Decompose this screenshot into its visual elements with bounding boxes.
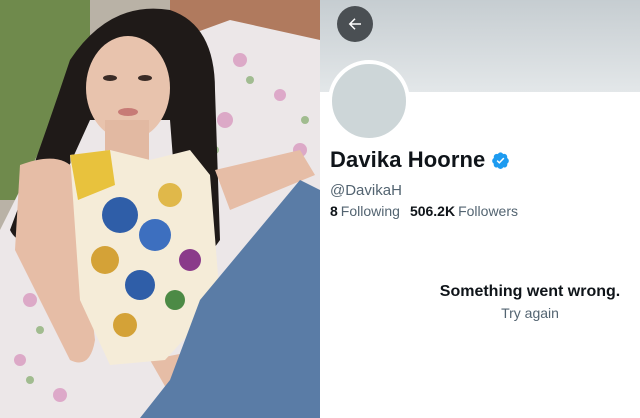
avatar[interactable] (328, 60, 410, 142)
profile-handle: @DavikaH (330, 182, 402, 199)
following-count: 8 (330, 203, 338, 219)
following-label: Following (340, 203, 400, 219)
verified-badge-icon (492, 151, 510, 169)
name-row: Davika Hoorne (330, 147, 510, 173)
back-button[interactable] (337, 6, 373, 42)
profile-panel: Davika Hoorne @DavikaH 8 Following 506.2K… (320, 0, 640, 418)
followers-count: 506.2K (409, 203, 456, 219)
retry-button[interactable]: Try again (501, 305, 559, 321)
display-name: Davika Hoorne (330, 147, 486, 172)
followers-label: Followers (458, 203, 518, 219)
profile-photo (0, 0, 320, 418)
arrow-left-icon (348, 18, 361, 30)
portrait-image (0, 0, 320, 418)
error-message: Something went wrong. (439, 283, 621, 300)
error-message-box: Something went wrong. Try again (420, 283, 640, 323)
following-link[interactable]: 8 Following (330, 203, 400, 219)
followers-link[interactable]: 506.2K Followers (410, 203, 518, 219)
profile-stats: 8 Following 506.2K Followers (330, 203, 518, 219)
